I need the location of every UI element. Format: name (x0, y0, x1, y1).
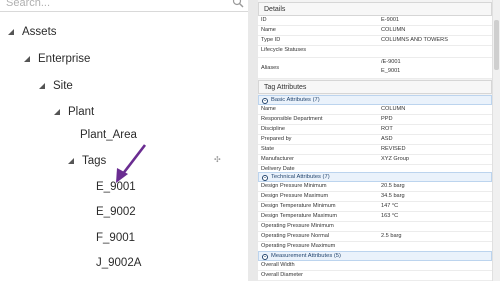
measurement-attributes-header[interactable]: Measurement Attributes (5) (258, 251, 492, 261)
row-value: COLUMN (378, 25, 492, 36)
row-value: E-9001 (378, 16, 492, 26)
table-row: Type ID COLUMNS AND TOWERS (258, 35, 492, 46)
row-value: COLUMNS AND TOWERS (378, 35, 492, 46)
table-row: Overall Width (258, 261, 492, 271)
table-row: Design Temperature Minimum 147 °C (258, 201, 492, 212)
row-key: Name (258, 25, 378, 36)
tag-attributes-title: Tag Attributes (258, 80, 492, 94)
row-key: Discipline (258, 124, 378, 135)
table-row: Operating Pressure Minimum (258, 221, 492, 232)
table-row: Design Pressure Maximum 34.5 barg (258, 191, 492, 202)
row-key: Name (258, 105, 378, 115)
row-key: Design Pressure Minimum (258, 182, 378, 192)
panel-splitter[interactable] (248, 0, 258, 281)
technical-attributes-table: Design Pressure Minimum 20.5 barg Design … (258, 182, 492, 252)
section-title: Technical Attributes (7) (271, 174, 330, 180)
basic-attributes-table: Name COLUMN Responsible Department PPD Dis… (258, 105, 492, 175)
row-value: REVISED (378, 144, 492, 155)
table-row: Aliases /E-9001 E_9001 (258, 57, 492, 79)
table-row: Name COLUMN (258, 25, 492, 36)
annotation-arrow-icon (116, 144, 147, 183)
table-row: Lifecycle Statuses (258, 45, 492, 58)
row-key: Operating Pressure Maximum (258, 241, 378, 252)
row-value: COLUMN (378, 105, 492, 115)
asset-tree-panel: Assets Enterprise Site Plant Plant_Area … (0, 0, 248, 281)
row-value: 147 °C (378, 201, 492, 212)
details-scrollbar[interactable] (492, 0, 500, 281)
row-value: ASD (378, 134, 492, 145)
row-value (378, 241, 492, 252)
row-key: Lifecycle Statuses (258, 45, 378, 58)
row-key: ID (258, 16, 378, 26)
row-value: 20.5 barg (378, 182, 492, 192)
table-row: Design Pressure Minimum 20.5 barg (258, 182, 492, 192)
table-row: Prepared by ASD (258, 134, 492, 145)
row-value: ROT (378, 124, 492, 135)
row-value (378, 261, 492, 271)
row-key: Overall Width (258, 261, 378, 271)
row-key: Design Temperature Maximum (258, 211, 378, 222)
row-value: 163 °C (378, 211, 492, 222)
section-title: Basic Attributes (7) (271, 97, 320, 103)
alias-value: /E-9001 (381, 59, 401, 65)
alias-value: E_9001 (381, 68, 401, 74)
basic-attributes-header[interactable]: Basic Attributes (7) (258, 95, 492, 105)
row-value (378, 45, 492, 58)
table-row: State REVISED (258, 144, 492, 155)
row-value: 34.5 barg (378, 191, 492, 202)
table-row: Name COLUMN (258, 105, 492, 115)
details-title: Details (258, 2, 492, 16)
row-value: 2.5 barg (378, 231, 492, 242)
table-row: Responsible Department PPD (258, 114, 492, 125)
row-key: Type ID (258, 35, 378, 46)
row-key: Aliases (258, 57, 378, 79)
table-row: Discipline ROT (258, 124, 492, 135)
row-value (378, 221, 492, 232)
row-key: Operating Pressure Normal (258, 231, 378, 242)
table-row: Operating Pressure Maximum (258, 241, 492, 252)
row-key: Manufacturer (258, 154, 378, 165)
row-value: XYZ Group (378, 154, 492, 165)
row-value: PPD (378, 114, 492, 125)
scrollbar-thumb[interactable] (494, 20, 499, 70)
row-key: Design Temperature Minimum (258, 201, 378, 212)
table-row: Manufacturer XYZ Group (258, 154, 492, 165)
row-key: State (258, 144, 378, 155)
row-value (378, 270, 492, 281)
details-panel: Details ID E-9001 Name COLUMN Type ID COLUM… (258, 0, 500, 281)
row-key: Operating Pressure Minimum (258, 221, 378, 232)
collapse-icon[interactable] (262, 174, 268, 181)
table-row: ID E-9001 (258, 16, 492, 26)
table-row: Operating Pressure Normal 2.5 barg (258, 231, 492, 242)
row-key: Responsible Department (258, 114, 378, 125)
row-key: Overall Diameter (258, 270, 378, 281)
table-row: Design Temperature Maximum 163 °C (258, 211, 492, 222)
row-key: Design Pressure Maximum (258, 191, 378, 202)
collapse-icon[interactable] (262, 253, 268, 260)
section-title: Measurement Attributes (5) (271, 253, 341, 259)
measurement-attributes-table: Overall Width Overall Diameter (258, 261, 492, 281)
table-row: Overall Diameter (258, 270, 492, 281)
collapse-icon[interactable] (262, 97, 268, 104)
technical-attributes-header[interactable]: Technical Attributes (7) (258, 172, 492, 182)
row-key: Prepared by (258, 134, 378, 145)
details-table: ID E-9001 Name COLUMN Type ID COLUMNS AND T… (258, 16, 492, 79)
